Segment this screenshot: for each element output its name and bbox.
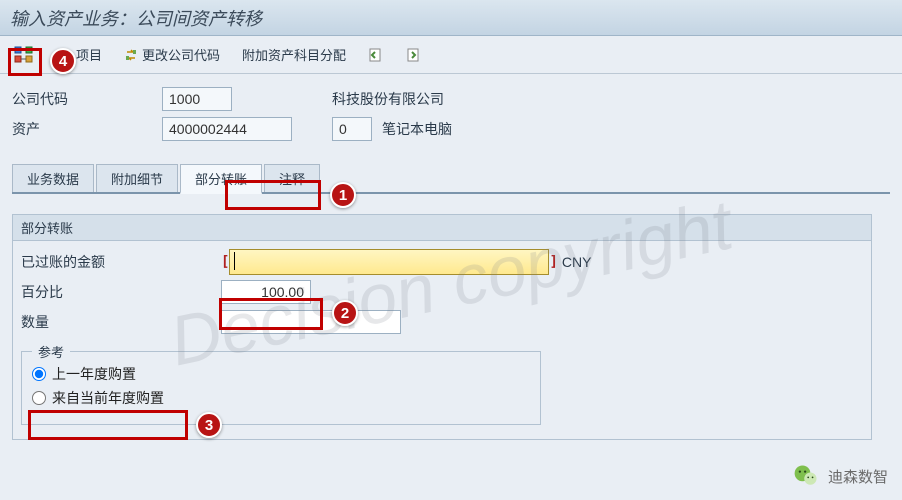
- quantity-input[interactable]: [221, 310, 401, 334]
- list-icon: [58, 48, 72, 62]
- company-code-field[interactable]: [162, 87, 232, 111]
- line-items-label: 项目: [76, 45, 102, 64]
- posted-amount-label: 已过账的金额: [21, 252, 221, 272]
- change-company-button[interactable]: 更改公司代码: [120, 43, 224, 66]
- tabstrip: 业务数据 附加细节 部分转账 注释: [12, 166, 890, 194]
- company-code-label: 公司代码: [12, 89, 162, 109]
- nav-next-button[interactable]: [402, 45, 426, 65]
- asset-row: 资产 笔记本电脑: [12, 114, 890, 144]
- tab-business-data[interactable]: 业务数据: [12, 164, 94, 192]
- line-items-button[interactable]: 项目: [54, 43, 106, 66]
- footer-brand: 迪森数智: [792, 462, 888, 490]
- posted-amount-input[interactable]: [229, 249, 549, 275]
- amount-bracket-right: ]: [549, 254, 557, 270]
- wechat-icon: [792, 462, 820, 490]
- company-name-display: 科技股份有限公司: [332, 89, 444, 109]
- asset-number-field[interactable]: [162, 117, 292, 141]
- radio-prev-year-input[interactable]: [32, 367, 46, 381]
- swap-icon: [124, 48, 138, 62]
- radio-curr-year-input[interactable]: [32, 391, 46, 405]
- radio-prev-year[interactable]: 上一年度购置: [32, 364, 530, 384]
- quantity-label: 数量: [21, 312, 221, 332]
- partial-transfer-group-title: 部分转账: [12, 214, 872, 241]
- page-next-icon: [406, 47, 422, 63]
- reference-fieldset: 参考 上一年度购置 来自当前年度购置: [21, 351, 541, 425]
- app-toolbar: 项目 更改公司代码 附加资产科目分配: [0, 36, 902, 74]
- asset-subno-field[interactable]: [332, 117, 372, 141]
- radio-curr-year[interactable]: 来自当前年度购置: [32, 388, 530, 408]
- asset-tree-button[interactable]: [10, 44, 40, 66]
- footer-brand-text: 迪森数智: [828, 466, 888, 487]
- asset-description-display: 笔记本电脑: [382, 119, 452, 139]
- extra-account-label: 附加资产科目分配: [242, 45, 346, 64]
- tab-notes[interactable]: 注释: [264, 164, 320, 192]
- radio-curr-year-label: 来自当前年度购置: [52, 388, 164, 408]
- amount-bracket-left: [: [221, 254, 229, 270]
- extra-account-button[interactable]: 附加资产科目分配: [238, 43, 350, 66]
- asset-label: 资产: [12, 119, 162, 139]
- page-prev-icon: [368, 47, 384, 63]
- nav-prev-button[interactable]: [364, 45, 388, 65]
- company-code-row: 公司代码 科技股份有限公司: [12, 84, 890, 114]
- percent-label: 百分比: [21, 282, 221, 302]
- tab-partial-transfer[interactable]: 部分转账: [180, 164, 262, 194]
- tab-extra-details[interactable]: 附加细节: [96, 164, 178, 192]
- reference-legend: 参考: [32, 342, 70, 361]
- asset-tree-icon: [14, 46, 36, 64]
- radio-prev-year-label: 上一年度购置: [52, 364, 136, 384]
- window-titlebar: 输入资产业务：公司间资产转移: [0, 0, 902, 36]
- window-title: 输入资产业务：公司间资产转移: [10, 5, 262, 31]
- change-company-label: 更改公司代码: [142, 45, 220, 64]
- currency-display: CNY: [562, 254, 592, 270]
- percent-input[interactable]: [221, 280, 311, 304]
